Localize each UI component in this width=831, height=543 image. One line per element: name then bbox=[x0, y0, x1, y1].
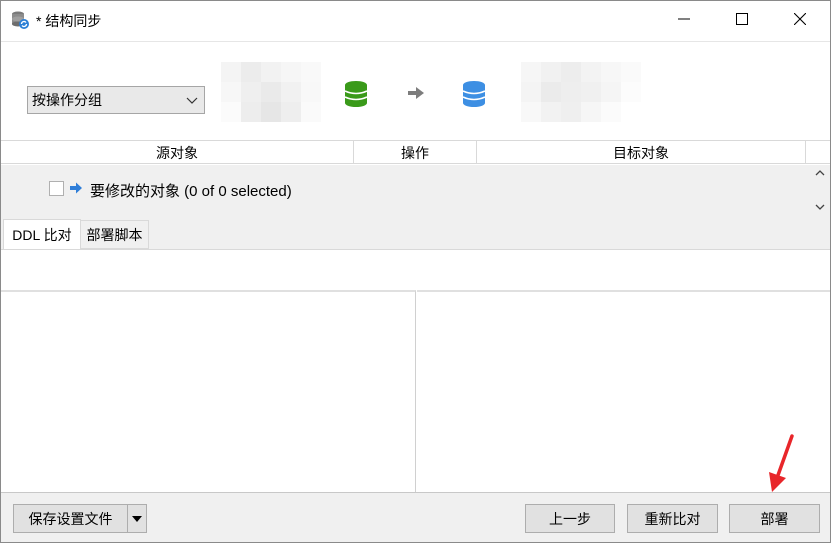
recompare-button[interactable]: 重新比对 bbox=[627, 504, 718, 533]
close-button[interactable] bbox=[777, 1, 823, 37]
arrow-right-icon bbox=[70, 182, 82, 194]
chevron-down-icon[interactable] bbox=[814, 201, 826, 213]
structure-sync-window: * 结构同步 按操作分组 源对象 操作 目标对象 要修改的对象 (0 of 0 … bbox=[0, 0, 831, 543]
target-connection-blurred bbox=[521, 62, 641, 122]
source-ddl-pane[interactable] bbox=[1, 290, 416, 492]
object-grid-header: 源对象 操作 目标对象 bbox=[1, 140, 830, 164]
column-source-object[interactable]: 源对象 bbox=[1, 141, 354, 164]
sync-direction-arrow-icon bbox=[408, 87, 424, 99]
close-icon bbox=[794, 13, 806, 25]
tab-bar: DDL 比对 部署脚本 bbox=[1, 217, 830, 249]
group-row-label[interactable]: 要修改的对象 (0 of 0 selected) bbox=[90, 180, 292, 201]
save-settings-button[interactable]: 保存设置文件 bbox=[13, 504, 128, 533]
maximize-button[interactable] bbox=[719, 1, 765, 37]
object-grid-body: 要修改的对象 (0 of 0 selected) bbox=[1, 165, 810, 217]
column-operation[interactable]: 操作 bbox=[354, 141, 477, 164]
save-settings-dropdown[interactable] bbox=[127, 504, 147, 533]
maximize-icon bbox=[736, 13, 748, 25]
deploy-button[interactable]: 部署 bbox=[729, 504, 820, 533]
red-pointer-arrow-icon bbox=[769, 434, 794, 492]
grid-vertical-scrollbar[interactable] bbox=[810, 165, 830, 217]
minimize-icon bbox=[678, 18, 690, 20]
chevron-up-icon[interactable] bbox=[814, 167, 826, 179]
source-database-icon bbox=[344, 81, 368, 107]
connection-header: 按操作分组 bbox=[1, 41, 830, 139]
source-connection-blurred bbox=[221, 62, 321, 122]
group-by-value: 按操作分组 bbox=[32, 92, 102, 108]
previous-step-button[interactable]: 上一步 bbox=[525, 504, 615, 533]
tab-ddl-compare[interactable]: DDL 比对 bbox=[3, 219, 81, 249]
group-checkbox[interactable] bbox=[49, 181, 64, 196]
target-database-icon bbox=[462, 81, 486, 107]
minimize-button[interactable] bbox=[661, 1, 707, 37]
caret-down-icon bbox=[132, 515, 142, 522]
column-target-object[interactable]: 目标对象 bbox=[477, 141, 806, 164]
database-sync-icon bbox=[12, 11, 29, 29]
window-title: * 结构同步 bbox=[36, 13, 102, 29]
footer-bar: 保存设置文件 上一步 重新比对 部署 bbox=[1, 492, 830, 542]
chevron-down-icon bbox=[186, 97, 198, 104]
title-bar: * 结构同步 bbox=[1, 1, 830, 41]
tab-deploy-script[interactable]: 部署脚本 bbox=[81, 220, 149, 249]
ddl-toolbar-area bbox=[1, 249, 830, 290]
group-by-select[interactable]: 按操作分组 bbox=[27, 86, 205, 114]
